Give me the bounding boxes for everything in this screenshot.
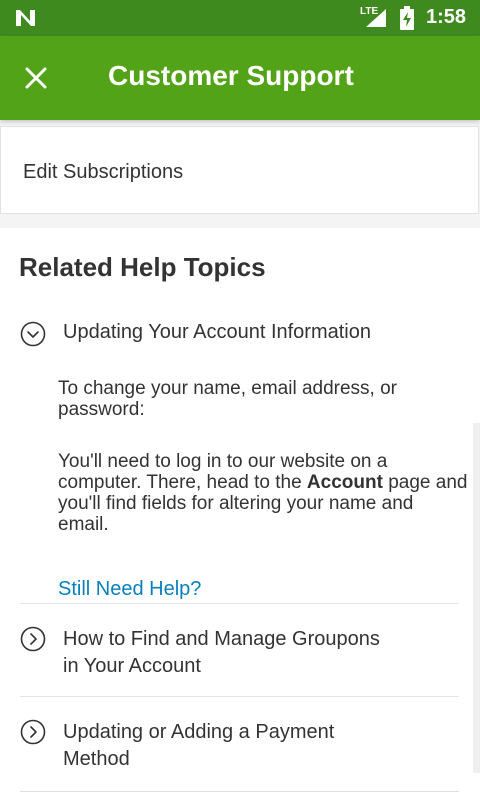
topic-label-line-1: Updating or Adding a Payment [63, 721, 335, 743]
topic-answer: To change your name, email address, or p… [58, 378, 468, 535]
divider [20, 791, 459, 792]
app-bar: Customer Support [0, 36, 480, 120]
topic-label-line-1: How to Find and Manage Groupons [63, 628, 380, 650]
chevron-down-circle-icon [20, 321, 46, 347]
page-title: Customer Support [108, 60, 354, 91]
topic-label: Updating Your Account Information [63, 321, 371, 343]
edit-subscriptions-link[interactable]: Edit Subscriptions [23, 161, 183, 184]
section-title: Related Help Topics [19, 252, 266, 282]
topic-manage-groupons[interactable]: How to Find and Manage Groupons in Your … [20, 626, 460, 682]
close-button[interactable] [16, 58, 56, 98]
account-emphasis: Account [306, 472, 383, 493]
divider [20, 603, 459, 604]
divider [20, 696, 459, 697]
topic-updating-account[interactable]: Updating Your Account Information [20, 318, 460, 348]
chevron-right-circle-icon [20, 719, 46, 745]
answer-detail: You'll need to log in to our website on … [58, 451, 468, 535]
clock: 1:58 [426, 6, 467, 28]
topic-label-line-2: in Your Account [63, 655, 201, 677]
subscriptions-card[interactable]: Edit Subscriptions [0, 126, 479, 214]
notification-logo-icon [16, 10, 35, 26]
help-topics-section: Related Help Topics Updating Your Accoun… [0, 228, 480, 800]
chevron-right-circle-icon [20, 626, 46, 652]
topic-label-line-2: Method [63, 748, 130, 770]
scrollbar[interactable] [473, 423, 480, 773]
status-bar: LTE 1:58 [0, 0, 480, 36]
topic-payment-method[interactable]: Updating or Adding a Payment Method [20, 719, 460, 775]
still-need-help-link[interactable]: Still Need Help? [58, 578, 201, 601]
close-icon [25, 67, 47, 89]
battery-charging-icon [400, 6, 414, 30]
network-type: LTE [360, 6, 379, 17]
answer-intro: To change your name, email address, or p… [58, 378, 398, 420]
